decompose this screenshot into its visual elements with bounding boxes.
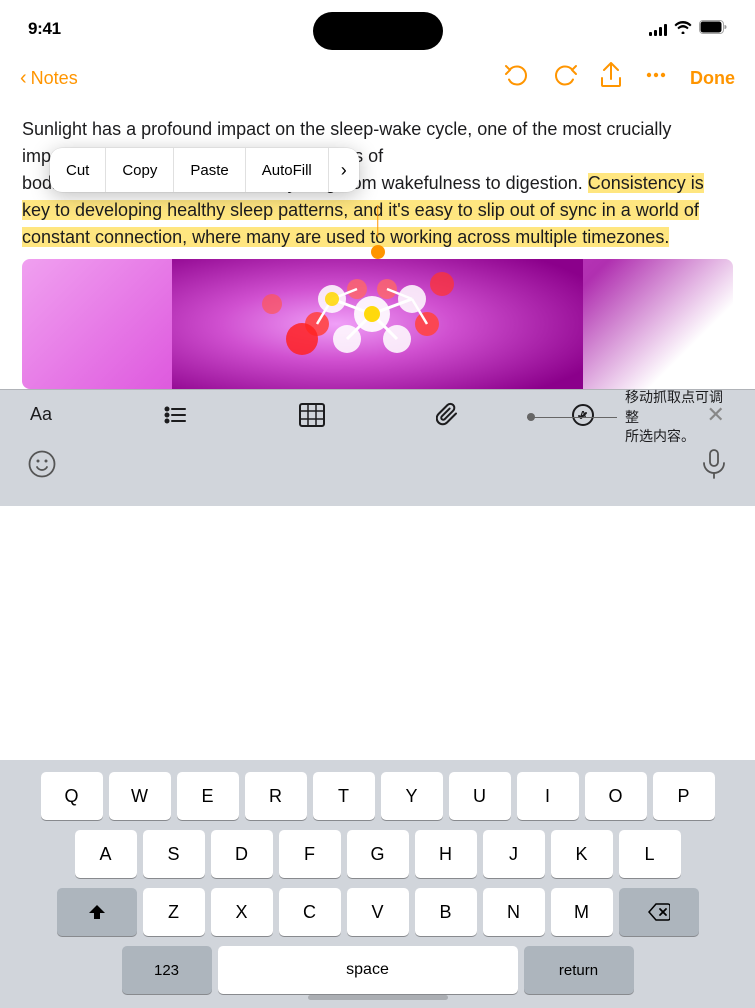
key-p[interactable]: P xyxy=(653,772,715,820)
format-aa-button[interactable]: Aa xyxy=(20,400,62,429)
key-w[interactable]: W xyxy=(109,772,171,820)
key-v[interactable]: V xyxy=(347,888,409,936)
bottom-bar xyxy=(0,439,755,506)
paste-button[interactable]: Paste xyxy=(174,148,245,192)
toolbar: ‹ Notes xyxy=(0,52,755,104)
battery-icon xyxy=(699,20,727,39)
autofill-button[interactable]: AutoFill xyxy=(246,148,329,192)
key-i[interactable]: I xyxy=(517,772,579,820)
key-e[interactable]: E xyxy=(177,772,239,820)
home-indicator xyxy=(308,995,448,1000)
key-shift[interactable] xyxy=(57,888,137,936)
key-z[interactable]: Z xyxy=(143,888,205,936)
key-f[interactable]: F xyxy=(279,830,341,878)
key-return[interactable]: return xyxy=(524,946,634,994)
dictation-button[interactable] xyxy=(701,449,727,486)
emoji-button[interactable] xyxy=(28,450,56,485)
keyboard: Q W E R T Y U I O P A S D F G H J K L Z … xyxy=(0,760,755,1008)
keyboard-row-4: 123 space return xyxy=(4,946,751,994)
cut-button[interactable]: Cut xyxy=(50,148,106,192)
key-c[interactable]: C xyxy=(279,888,341,936)
key-j[interactable]: J xyxy=(483,830,545,878)
callout: 移动抓取点可调整所选内容。 xyxy=(527,388,735,447)
redo-button[interactable] xyxy=(552,64,578,92)
selection-handle-line xyxy=(377,205,379,237)
key-a[interactable]: A xyxy=(75,830,137,878)
keyboard-row-2: A S D F G H J K L xyxy=(4,830,751,878)
context-menu: Cut Copy Paste AutoFill › xyxy=(50,148,359,192)
key-o[interactable]: O xyxy=(585,772,647,820)
chevron-left-icon: ‹ xyxy=(20,67,27,90)
key-b[interactable]: B xyxy=(415,888,477,936)
back-button[interactable]: ‹ Notes xyxy=(20,67,78,90)
copy-button[interactable]: Copy xyxy=(106,148,174,192)
aa-label: Aa xyxy=(30,404,52,425)
key-backspace[interactable] xyxy=(619,888,699,936)
key-x[interactable]: X xyxy=(211,888,273,936)
done-button[interactable]: Done xyxy=(690,68,735,89)
callout-line xyxy=(527,417,617,418)
key-q[interactable]: Q xyxy=(41,772,103,820)
key-t[interactable]: T xyxy=(313,772,375,820)
status-icons xyxy=(649,20,727,39)
key-d[interactable]: D xyxy=(211,830,273,878)
wifi-icon xyxy=(674,20,692,38)
format-table-button[interactable] xyxy=(289,399,335,431)
back-label: Notes xyxy=(31,68,78,89)
key-space[interactable]: space xyxy=(218,946,518,994)
share-button[interactable] xyxy=(600,62,622,94)
format-attach-button[interactable] xyxy=(426,398,470,432)
key-u[interactable]: U xyxy=(449,772,511,820)
key-h[interactable]: H xyxy=(415,830,477,878)
key-k[interactable]: K xyxy=(551,830,613,878)
key-g[interactable]: G xyxy=(347,830,409,878)
keyboard-row-3: Z X C V B N M xyxy=(4,888,751,936)
key-s[interactable]: S xyxy=(143,830,205,878)
callout-text: 移动抓取点可调整所选内容。 xyxy=(625,388,735,447)
dynamic-island xyxy=(313,12,443,50)
key-123[interactable]: 123 xyxy=(122,946,212,994)
undo-button[interactable] xyxy=(504,64,530,92)
status-time: 9:41 xyxy=(28,19,61,39)
selection-handle[interactable] xyxy=(371,245,385,259)
format-list-button[interactable] xyxy=(153,400,197,430)
keyboard-row-1: Q W E R T Y U I O P xyxy=(4,772,751,820)
toolbar-icons: Done xyxy=(504,62,735,94)
key-y[interactable]: Y xyxy=(381,772,443,820)
key-l[interactable]: L xyxy=(619,830,681,878)
more-button[interactable] xyxy=(644,63,668,93)
more-context-button[interactable]: › xyxy=(329,148,359,192)
key-m[interactable]: M xyxy=(551,888,613,936)
key-r[interactable]: R xyxy=(245,772,307,820)
note-image xyxy=(22,259,733,389)
signal-icon xyxy=(649,22,667,36)
key-n[interactable]: N xyxy=(483,888,545,936)
